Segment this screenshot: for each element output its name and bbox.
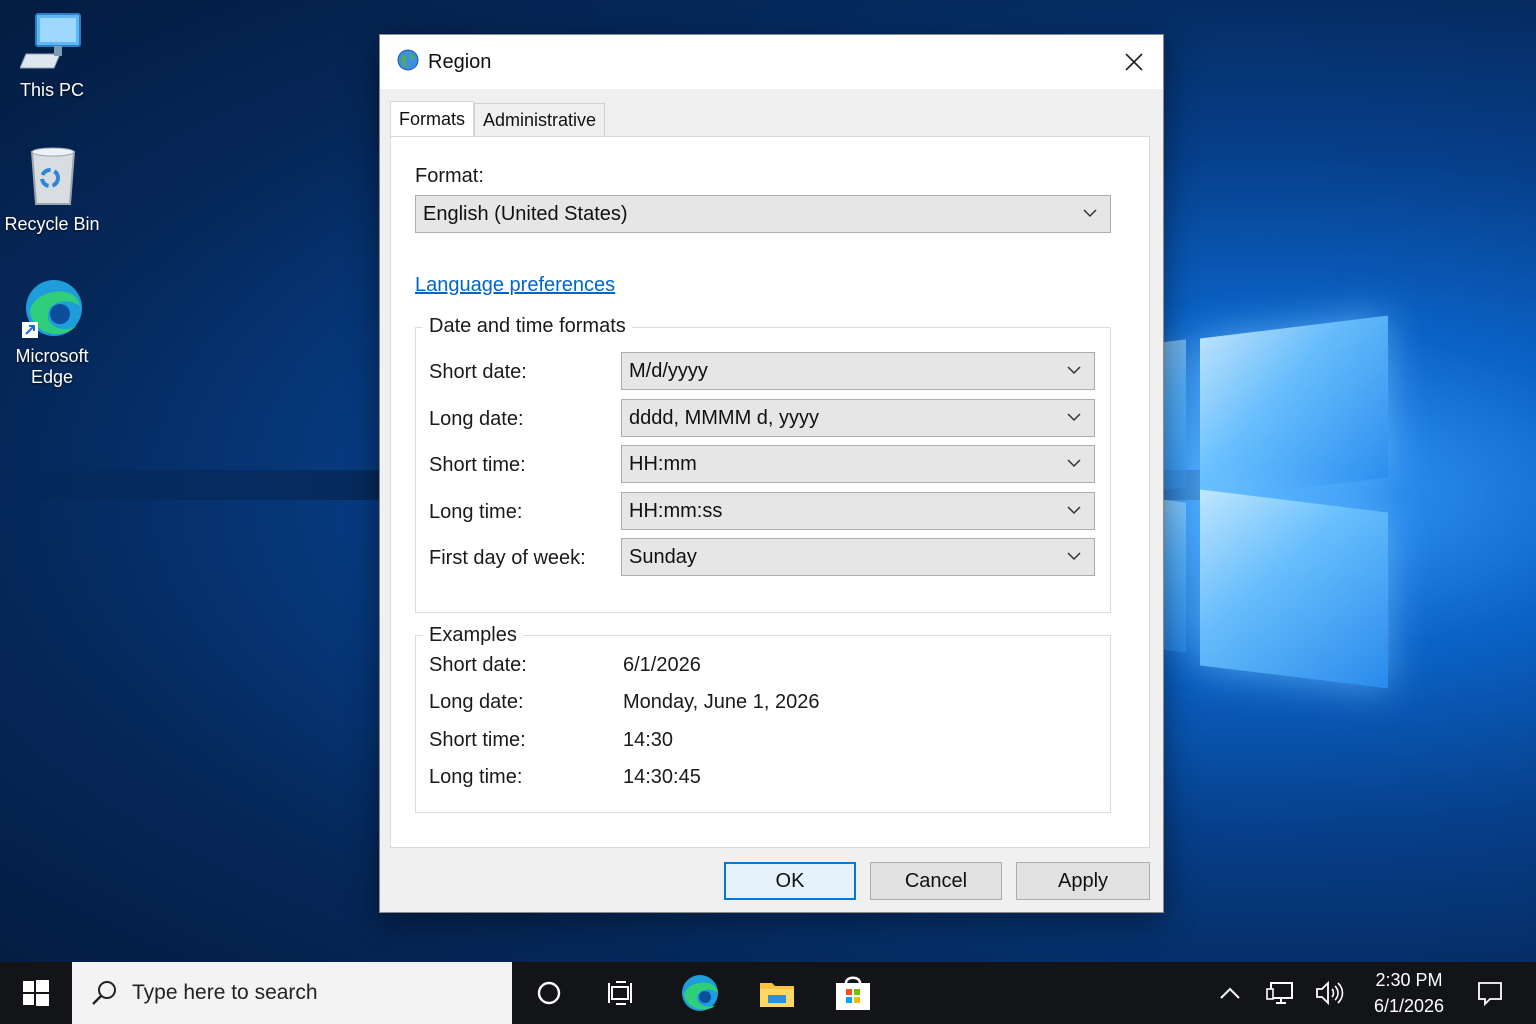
- search-icon: [92, 981, 116, 1005]
- example-short-date-value: 6/1/2026: [623, 654, 701, 676]
- formats-panel: Format: English (United States) Language…: [390, 136, 1150, 848]
- short-date-value: M/d/yyyy: [629, 359, 708, 382]
- chevron-down-icon: [1067, 366, 1081, 375]
- chevron-up-icon: [1220, 987, 1240, 999]
- long-time-dropdown[interactable]: HH:mm:ss: [621, 492, 1095, 530]
- taskbar-store-button[interactable]: [822, 962, 884, 1024]
- date-time-formats-legend: Date and time formats: [423, 315, 632, 338]
- taskbar-search-box[interactable]: Type here to search: [72, 962, 512, 1024]
- speaker-icon: [1316, 980, 1344, 1006]
- example-short-date-label: Short date:: [429, 654, 527, 676]
- example-long-time-value: 14:30:45: [623, 766, 701, 788]
- show-hidden-icons-button[interactable]: [1208, 962, 1252, 1024]
- notification-icon: [1478, 982, 1502, 1007]
- edge-icon: [20, 276, 84, 340]
- edge-icon: [682, 975, 718, 1011]
- short-time-value: HH:mm: [629, 452, 697, 475]
- desktop-icon-microsoft-edge[interactable]: Microsoft Edge: [2, 276, 102, 388]
- example-long-time-label: Long time:: [429, 766, 523, 788]
- format-label: Format:: [415, 165, 484, 187]
- first-day-of-week-dropdown[interactable]: Sunday: [621, 538, 1095, 576]
- close-icon: [1125, 53, 1143, 71]
- chevron-down-icon: [1067, 413, 1081, 422]
- desktop-icon-label: This PC: [19, 80, 84, 100]
- language-preferences-link[interactable]: Language preferences: [415, 274, 615, 297]
- format-dropdown-value: English (United States): [423, 202, 628, 225]
- desktop-icon-label: Recycle Bin: [4, 214, 100, 234]
- taskbar-edge-button[interactable]: [668, 962, 732, 1024]
- dialog-title: Region: [428, 50, 492, 73]
- globe-icon: [396, 48, 420, 77]
- desktop-icon-label-line1: Microsoft: [15, 346, 89, 366]
- clock-time: 2:30 PM: [1375, 970, 1443, 990]
- taskbar-clock[interactable]: 2:30 PM 6/1/2026: [1362, 962, 1456, 1024]
- format-dropdown[interactable]: English (United States): [415, 195, 1111, 233]
- chevron-down-icon: [1083, 209, 1097, 218]
- cancel-button[interactable]: Cancel: [870, 862, 1002, 900]
- task-view-icon: [608, 981, 632, 1005]
- network-button[interactable]: [1256, 962, 1304, 1024]
- start-button[interactable]: [0, 962, 72, 1024]
- desktop-icon-label-line2: Edge: [30, 367, 74, 387]
- task-view-button[interactable]: [592, 962, 650, 1024]
- computer-icon: [19, 10, 84, 74]
- long-time-value: HH:mm:ss: [629, 499, 723, 522]
- action-center-button[interactable]: [1464, 962, 1516, 1024]
- tab-formats[interactable]: Formats: [390, 101, 475, 137]
- first-day-of-week-value: Sunday: [629, 545, 697, 568]
- desktop-icon-this-pc[interactable]: This PC: [2, 10, 102, 101]
- windows-wallpaper-logo: [1160, 305, 1390, 689]
- desktop-icon-recycle-bin[interactable]: Recycle Bin: [2, 144, 102, 235]
- store-bag-icon: [836, 976, 870, 1010]
- short-time-dropdown[interactable]: HH:mm: [621, 445, 1095, 483]
- ok-button[interactable]: OK: [724, 862, 856, 900]
- region-dialog: Region Formats Administrative Format: En…: [379, 34, 1164, 913]
- clock-date: 6/1/2026: [1373, 996, 1445, 1016]
- tab-strip: Formats Administrative: [390, 101, 606, 137]
- chevron-down-icon: [1067, 552, 1081, 561]
- chevron-down-icon: [1067, 459, 1081, 468]
- short-time-label: Short time:: [429, 454, 526, 476]
- network-monitor-icon: [1266, 982, 1293, 1004]
- cortana-circle-icon: [537, 981, 561, 1005]
- long-time-label: Long time:: [429, 501, 523, 523]
- recycle-bin-icon: [20, 144, 84, 208]
- chevron-down-icon: [1067, 506, 1081, 515]
- example-short-time-value: 14:30: [623, 729, 674, 751]
- example-long-date-value: Monday, June 1, 2026: [623, 691, 820, 713]
- cortana-button[interactable]: [520, 962, 578, 1024]
- long-date-dropdown[interactable]: dddd, MMMM d, yyyy: [621, 399, 1095, 437]
- short-date-label: Short date:: [429, 361, 527, 383]
- volume-button[interactable]: [1306, 962, 1354, 1024]
- apply-button[interactable]: Apply: [1016, 862, 1150, 900]
- close-button[interactable]: [1105, 35, 1163, 89]
- windows-start-icon: [23, 980, 49, 1006]
- tab-administrative[interactable]: Administrative: [474, 103, 606, 137]
- taskbar-file-explorer-button[interactable]: [746, 962, 808, 1024]
- dialog-titlebar[interactable]: Region: [380, 35, 1163, 89]
- folder-icon: [760, 983, 794, 1007]
- examples-legend: Examples: [423, 624, 523, 647]
- search-placeholder: Type here to search: [132, 981, 318, 1004]
- example-long-date-label: Long date:: [429, 691, 524, 713]
- long-date-value: dddd, MMMM d, yyyy: [629, 406, 820, 429]
- first-day-of-week-label: First day of week:: [429, 547, 586, 569]
- taskbar: Type here to search 2:30 PM 6/1/2026: [0, 962, 1536, 1024]
- example-short-time-label: Short time:: [429, 729, 526, 751]
- long-date-label: Long date:: [429, 408, 524, 430]
- short-date-dropdown[interactable]: M/d/yyyy: [621, 352, 1095, 390]
